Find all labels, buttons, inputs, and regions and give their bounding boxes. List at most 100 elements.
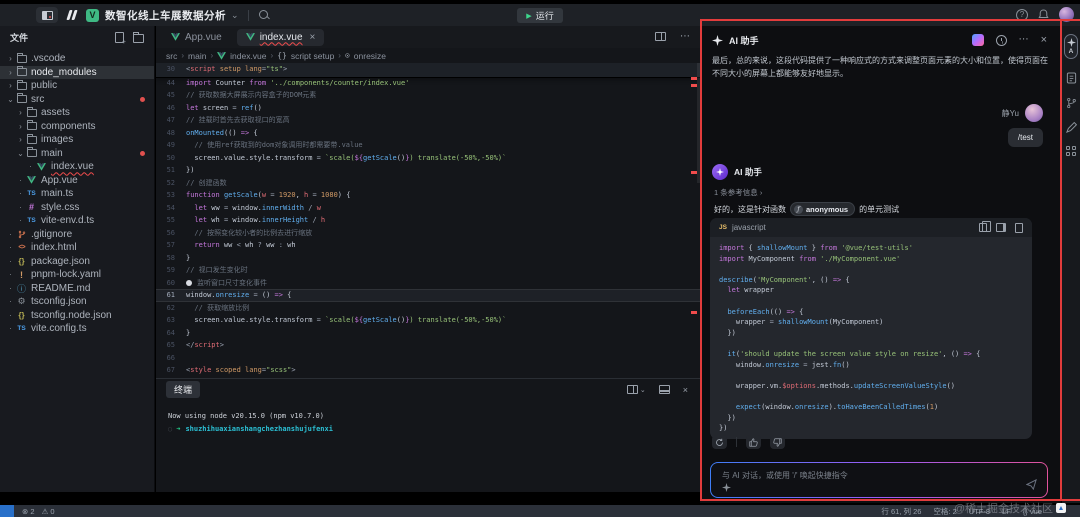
terminal-output[interactable]: Now using node v20.15.0 (npm v10.7.0) ○ ➜… — [156, 400, 700, 436]
tree-item[interactable]: ⌄ main — [0, 147, 154, 161]
explorer-title: 文件 — [10, 32, 29, 43]
ai-avatar — [712, 164, 728, 180]
new-file-icon[interactable] — [115, 31, 126, 46]
refresh-icon[interactable] — [712, 435, 727, 449]
folder-icon — [15, 66, 28, 77]
chevron-right-icon: › — [19, 135, 22, 145]
notes-icon[interactable] — [1064, 72, 1078, 84]
breadcrumb-item[interactable]: main — [188, 51, 206, 61]
tree-item-label: node_modules — [31, 66, 97, 78]
send-icon[interactable] — [1026, 479, 1037, 490]
apps-grid-icon[interactable] — [1064, 146, 1078, 156]
search-icon[interactable] — [258, 9, 270, 21]
tree-item[interactable]: · index.vue — [0, 160, 154, 174]
tab-app-vue[interactable]: App.vue — [162, 29, 231, 46]
code-line: it('should update the screen value style… — [727, 349, 981, 358]
code-line: 58} — [166, 253, 191, 262]
breadcrumb-item[interactable]: index.vue — [230, 51, 266, 61]
close-tab-icon[interactable]: × — [310, 32, 316, 43]
vue-project-icon: V — [86, 8, 99, 22]
close-panel-icon[interactable]: × — [683, 385, 688, 395]
reference-toggle[interactable]: 1 条参考信息 › — [714, 187, 762, 198]
file-bullet: · — [9, 283, 12, 293]
terminal-tab[interactable]: 终端 — [166, 381, 201, 398]
copy-icon[interactable] — [979, 220, 991, 232]
more-icon[interactable]: ⋯ — [1019, 35, 1029, 45]
tree-item[interactable]: · .gitignore — [0, 228, 154, 242]
sidebar-toggle-icon[interactable] — [36, 7, 58, 23]
cursor-position[interactable]: 行 61, 列 26 — [881, 506, 921, 517]
tree-item[interactable]: · App.vue — [0, 174, 154, 188]
history-icon[interactable] — [995, 34, 1007, 46]
file-bullet: · — [9, 270, 12, 280]
tree-item[interactable]: · TS vite.config.ts — [0, 322, 154, 336]
close-icon[interactable]: × — [1041, 35, 1047, 46]
run-button[interactable]: ▶ 运行 — [517, 8, 563, 23]
thumbs-down-icon[interactable] — [770, 435, 785, 449]
user-message: /test — [1007, 128, 1043, 147]
sparkle-icon — [716, 168, 724, 176]
remote-indicator[interactable] — [0, 505, 14, 517]
split-editor-icon[interactable] — [655, 32, 666, 41]
tree-item[interactable]: · {} package.json — [0, 255, 154, 269]
project-title[interactable]: 数智化线上车展数据分析 — [105, 8, 226, 23]
warnings-icon: ⚠ — [41, 506, 49, 516]
chevron-down-icon[interactable]: ⌄ — [640, 386, 646, 394]
tree-item[interactable]: › components — [0, 120, 154, 134]
symbol-braces-icon: {} — [277, 51, 287, 60]
tree-item[interactable]: › node_modules — [0, 65, 154, 79]
assistant-answer: 好的，这是针对函数 ƒ anonymous 的单元测试 — [714, 202, 899, 216]
tree-item-label: .vscode — [31, 53, 66, 65]
code-line: expect(window.onresize).toHaveBeenCalled… — [735, 402, 939, 411]
chevron-down-icon[interactable]: ⌄ — [231, 10, 239, 21]
problems-status[interactable]: ⊗ 2 ⚠ 0 — [22, 507, 55, 516]
more-actions-icon[interactable]: ⋯ — [680, 32, 690, 42]
tree-item[interactable]: › images — [0, 133, 154, 147]
tree-item[interactable]: · <> index.html — [0, 241, 154, 255]
code-block-content[interactable]: import { shallowMount } from '@vue/test-… — [710, 237, 1032, 439]
code-line: 45// 获取数据大屏展示内容盒子的DOM元素 — [166, 91, 317, 99]
code-line: import { shallowMount } from '@vue/test-… — [719, 244, 913, 252]
lightbulb-icon[interactable] — [186, 279, 192, 286]
tree-item[interactable]: · TS vite-env.d.ts — [0, 214, 154, 228]
tree-item[interactable]: · {} tsconfig.node.json — [0, 309, 154, 323]
chat-input[interactable]: 与 AI 对话，或使用 '/' 唤起快捷指令 — [710, 462, 1048, 498]
new-folder-icon[interactable] — [133, 31, 144, 43]
new-file-icon[interactable] — [1015, 222, 1023, 233]
tree-item[interactable]: › assets — [0, 106, 154, 120]
tree-item[interactable]: ⌄ src — [0, 93, 154, 107]
tree-item[interactable]: › .vscode — [0, 52, 154, 66]
tree-item[interactable]: · # style.css — [0, 201, 154, 215]
function-chip[interactable]: ƒ anonymous — [790, 202, 856, 216]
git-branch-icon[interactable] — [1064, 97, 1078, 109]
folder-icon — [15, 93, 28, 104]
gradient-model-icon[interactable] — [971, 34, 984, 46]
split-terminal-icon[interactable] — [626, 385, 638, 394]
folder-icon — [25, 147, 38, 158]
tree-item[interactable]: › public — [0, 79, 154, 93]
ai-assistant-icon[interactable]: A — [1064, 34, 1078, 59]
tree-item[interactable]: · ⚙ tsconfig.json — [0, 295, 154, 309]
breadcrumb-item[interactable]: script setup — [291, 51, 334, 61]
chat-input-placeholder: 与 AI 对话，或使用 '/' 唤起快捷指令 — [722, 471, 848, 480]
breadcrumb-item[interactable]: src — [166, 51, 177, 61]
js-badge: JS — [719, 224, 727, 231]
tree-item[interactable]: · TS main.ts — [0, 187, 154, 201]
sparkle-icon[interactable] — [722, 483, 731, 492]
marscode-logo — [66, 10, 78, 20]
tab-index-vue[interactable]: index.vue × — [236, 28, 325, 46]
insert-icon[interactable] — [996, 222, 1006, 232]
code-line: 44 import Counter from '../components/cou… — [166, 78, 410, 87]
pen-icon[interactable] — [1064, 122, 1078, 133]
breadcrumb[interactable]: src › main › index.vue › {} script setup › ⊙… — [156, 48, 700, 63]
code-line: beforeEach(() => { — [727, 307, 804, 316]
yaml-file-icon: ! — [20, 269, 23, 280]
status-bar: ⊗ 2 ⚠ 0 行 61, 列 26 空格: 2 UTF-8 LF {} vue — [0, 505, 1080, 517]
tree-item[interactable]: ·! pnpm-lock.yaml — [0, 268, 154, 282]
tree-item[interactable]: · ⓘ README.md — [0, 282, 154, 296]
panel-icon[interactable] — [658, 385, 670, 394]
breadcrumb-item[interactable]: onresize — [354, 51, 386, 61]
code-area[interactable]: 30 <script setup lang="ts"> 44 import Count… — [156, 63, 700, 378]
folder-icon — [15, 79, 28, 90]
thumbs-up-icon[interactable] — [746, 435, 761, 449]
